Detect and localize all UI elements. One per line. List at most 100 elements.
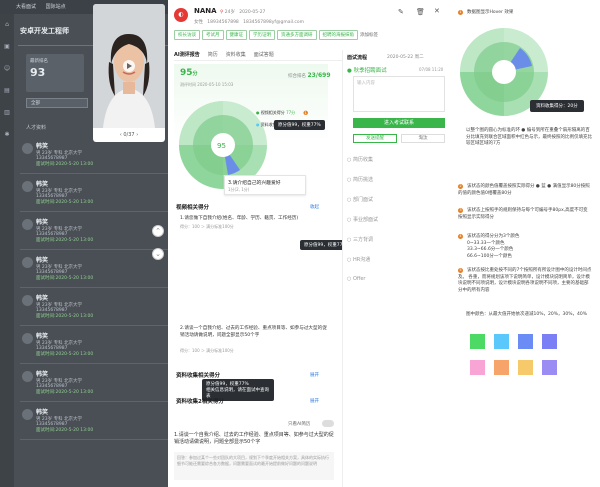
candidate-name: NANA [194,7,217,15]
rank: 综合排名 23/699 [288,72,331,79]
video-controls: ‹ 0/37 › [93,128,165,142]
next-icon[interactable]: › [136,132,138,138]
doc-icon[interactable]: ▤ [0,80,14,102]
question-title: 3.请介绍自己的兴趣爱好 [228,181,281,186]
step-dot-icon: ○ [347,237,352,243]
tab[interactable]: AI测评报告 [174,52,200,58]
divider [174,60,344,61]
age: 24岁 [224,10,235,15]
flow-step[interactable]: ○ 部门面试 [347,196,373,203]
flow-title: 面试流程 [347,55,368,61]
ai-resume-toggle[interactable] [322,420,334,427]
delete-icon[interactable]: 🗑 [416,8,425,16]
candidate-time: 面试时间:2020-5-20 13:00 [36,238,94,243]
step-dot-icon: ○ [347,177,352,183]
video-player[interactable]: ‹ 0/37 › [93,4,165,142]
scroll-down-button[interactable]: ⌄ [152,248,164,260]
tooltip: 原分值99，权重77% [274,120,325,130]
candidate-name: 韩笑 [36,257,49,264]
gear-icon[interactable]: ✱ [0,124,14,146]
send-reminder-button[interactable]: 发送提醒 [353,134,397,143]
tag[interactable]: 学历证明 [249,30,275,40]
note-text: 4 该状态的得分分为3个颜色 0~33.33一个颜色 33.3~66.6分一个颜色… [458,234,520,259]
close-icon[interactable]: ✕ [434,7,440,15]
note-text: 以整个图的圆心为标准的环 ● 编号到所在重叠个扇形隔离的百分比填充到联合区域面积… [466,128,592,146]
tab[interactable]: 面试答题 [254,52,274,58]
flow-step[interactable]: ○ 三方背调 [347,236,373,243]
step-dot-icon: ○ [347,217,352,223]
tag[interactable]: 考试月 [202,30,224,40]
color-swatch [542,334,557,349]
users-icon[interactable]: ☺ [0,58,14,80]
avatar [22,181,33,192]
add-tag-button[interactable]: 添加标签 [360,33,378,38]
candidate-row[interactable]: 韩笑男 23岁 专科 北京大学 13345678987 面试时间:2020-5-20… [20,176,168,212]
candidate-time: 面试时间:2020-5-20 13:00 [36,276,94,281]
tab[interactable]: 资料收集 [226,52,246,58]
tab[interactable]: 简历 [208,52,218,58]
note-title: 1 数据图显示Hover 效果 [458,10,514,15]
note-text: 2 该状态的颜色值覆盖按照实际得分 ● 蓝 ● 满值显示80分按照的值的颜色值0相… [458,184,590,196]
question-1-meta: 得分：100 ＞ 满分标准100分 [180,224,234,229]
scroll-up-button[interactable]: ⌃ [152,225,164,237]
reject-button[interactable]: 淘汰 [401,134,445,143]
candidate-time: 面试时间:2020-5-20 13:00 [36,162,94,167]
color-swatch [470,334,485,349]
answer-note: 回答：参加过某个一些对团队的大项目，规划下个季度开始相关方案，具体的实际执行细节… [174,452,334,480]
candidate-row[interactable]: 韩笑男 23岁 专科 北京大学 13345678987 面试时间:2020-5-20… [20,328,168,364]
bottom-question: 1.请谈一个自我介绍、过去的工作经验、重点项目等、如参与过大型的促销活动请做说明… [174,432,334,445]
chart-icon[interactable]: ▥ [0,102,14,124]
step-time: 07/08 11:20 [419,67,444,72]
step-dot-icon: ○ [347,257,352,263]
legend-item: ● 视频相关得分 77分 [256,110,296,115]
candidate-time: 面试时间:2020-5-20 13:00 [36,390,94,395]
topbar-item[interactable]: 大看面试 [16,4,36,10]
candidate-row[interactable]: 韩笑男 23岁 专科 北京大学 13345678987 面试时间:2020-5-20… [20,404,168,440]
tag[interactable]: 校长访谈 [174,30,200,40]
enter-contact-button[interactable]: 进入考试联系 [353,118,445,128]
contact-row: 女性 18934567898 1834567898yf@gmail.com [194,19,304,25]
candidate-row[interactable]: 韩笑男 23岁 专科 北京大学 13345678987 面试时间:2020-5-20… [20,252,168,288]
tag[interactable]: 健康证 [225,30,247,40]
home-icon[interactable]: ⌂ [0,14,14,36]
talent-tab[interactable]: 人才资料 [26,124,46,131]
tab-bar: AI测评报告 简历 资料收集 面试答题 [174,51,282,58]
avatar: ◐ [174,8,188,22]
step-dot-icon: ○ [347,157,352,163]
tag-row: 校长访谈 考试月 健康证 学历证明 资通多方面调研 招聘的海报抹角 添加标签 [174,30,378,40]
edit-icon[interactable]: ✎ [398,8,404,16]
candidate-name: 韩笑 [36,143,49,150]
job-title: 安卓开发工程师 [20,27,69,35]
candidate-photo [93,4,165,128]
avatar [22,409,33,420]
phone: 18934567898 [207,20,239,25]
candidate-row[interactable]: 韩笑男 23岁 专科 北京大学 13345678987 面试时间:2020-5-20… [20,214,168,250]
filter-select[interactable]: 全部 [26,98,88,108]
candidate-name: 韩笑 [36,409,49,416]
note-text: 3 该状态上按照手的规则保持与每个可编号手80px,高度不可变按照显示实际得分 [458,208,588,220]
color-swatch [470,360,485,375]
note-input[interactable]: 输入内容 [353,76,445,112]
candidate-time: 面试时间:2020-5-20 13:00 [36,314,94,319]
question-card: 3.请介绍自己的兴趣爱好 1分(2, 1分) [224,175,306,195]
expand-link[interactable]: 展开 [310,398,319,404]
candidate-row[interactable]: 韩笑男 23岁 专科 北京大学 13345678987 面试时间:2020-5-20… [20,290,168,326]
flow-step[interactable]: ○ 事业部面试 [347,216,378,223]
candidate-row[interactable]: 韩笑男 23岁 专科 北京大学 13345678987 面试时间:2020-5-20… [20,366,168,402]
flow-step[interactable]: ○ 简历收集 [347,156,373,163]
svg-text:95: 95 [217,142,226,150]
kpi-label: 最新排名 [30,59,48,64]
candidate-time: 面试时间:2020-5-20 13:00 [36,200,94,205]
expand-link[interactable]: 展开 [310,372,319,378]
flow-step[interactable]: ○ 简历挑选 [347,176,373,183]
topbar-item[interactable]: 国际站点 [46,4,66,10]
tag[interactable]: 招聘的海报抹角 [318,30,358,40]
bag-icon[interactable]: ▣ [0,36,14,58]
avatar [22,143,33,154]
tag[interactable]: 资通多方面调研 [277,30,317,40]
candidate-row[interactable]: 韩笑男 23岁 专科 北京大学 13345678987 面试时间:2020-5-20… [20,138,168,174]
collapse-link[interactable]: 收起 [310,204,319,210]
flow-date: 2020-05-22 周二 [387,55,424,60]
flow-step[interactable]: ○ Offer [347,276,365,282]
flow-step[interactable]: ○ HR沟通 [347,256,370,263]
